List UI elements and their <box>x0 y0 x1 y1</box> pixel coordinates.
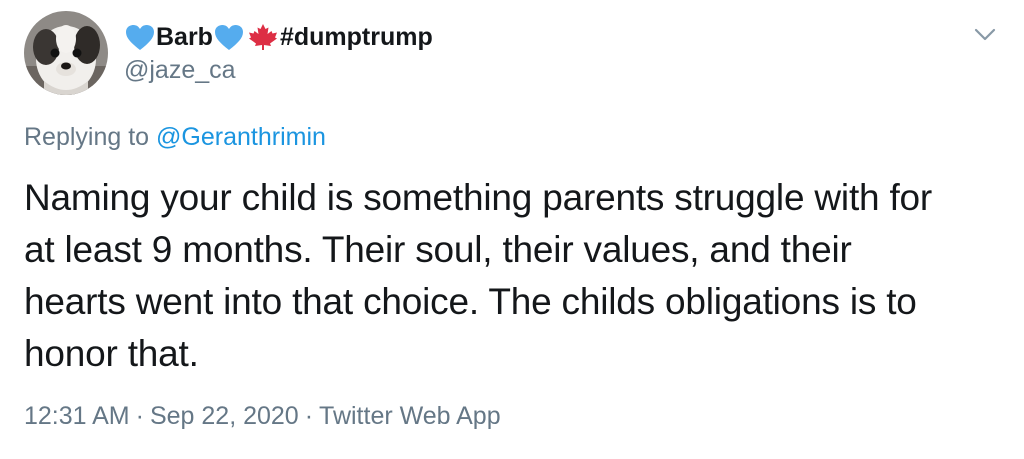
tweet-source-link[interactable]: Twitter Web App <box>319 402 501 430</box>
display-name-hashtag: #dumptrump <box>279 22 433 51</box>
maple-leaf-icon <box>248 24 277 50</box>
blue-heart-icon <box>126 24 154 50</box>
tweet-metadata: 12:31 AM · Sep 22, 2020 · Twitter Web App <box>24 402 501 431</box>
reply-mention-link[interactable]: @Geranthrimin <box>156 123 326 151</box>
chevron-down-icon[interactable] <box>972 24 998 44</box>
separator: · <box>135 402 144 430</box>
separator: · <box>304 402 314 430</box>
tweet-date-link[interactable]: Sep 22, 2020 <box>150 402 299 430</box>
replying-to-label: Replying to <box>24 123 150 151</box>
dog-avatar-icon <box>24 11 108 95</box>
user-handle[interactable]: @jaze_ca <box>124 56 236 85</box>
tweet-text: Naming your child is something parents s… <box>24 177 933 374</box>
blue-heart-icon <box>214 24 243 50</box>
tweet-card: Barb #dumptrump @jaze_ca Replying to @Ge… <box>0 0 1024 459</box>
display-name-text: Barb <box>156 22 213 51</box>
replying-to: Replying to @Geranthrimin <box>24 123 326 152</box>
display-name[interactable]: Barb #dumptrump <box>124 20 433 54</box>
avatar[interactable] <box>24 11 108 95</box>
tweet-time-link[interactable]: 12:31 AM <box>24 402 130 430</box>
